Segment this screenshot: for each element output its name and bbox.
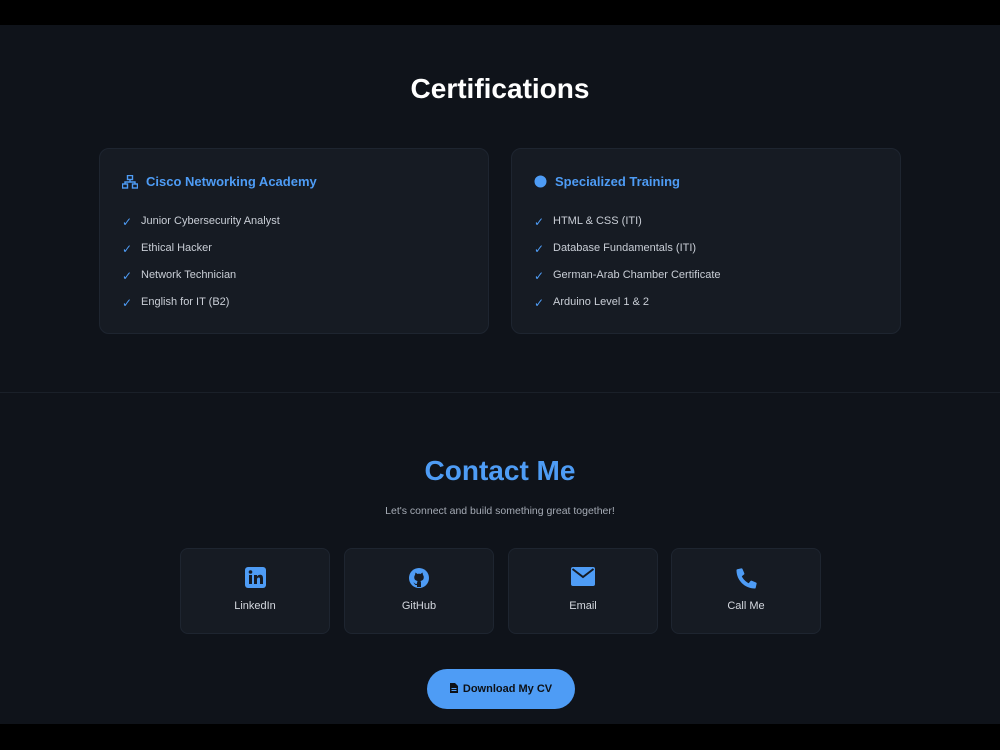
check-icon: ✓ bbox=[534, 295, 545, 310]
section-divider bbox=[0, 392, 1000, 393]
email-link[interactable]: Email bbox=[508, 548, 658, 634]
network-icon bbox=[122, 174, 138, 189]
github-link[interactable]: GitHub bbox=[344, 548, 494, 634]
page: Certifications Cisco Networking Academy … bbox=[0, 25, 1000, 724]
linkedin-icon bbox=[244, 567, 266, 593]
check-icon: ✓ bbox=[122, 214, 133, 229]
list-item: ✓ Junior Cybersecurity Analyst bbox=[122, 208, 280, 235]
contact-label: LinkedIn bbox=[234, 600, 276, 612]
cert-card-heading: Specialized Training bbox=[555, 174, 680, 189]
contact-label: Call Me bbox=[727, 600, 765, 612]
contact-label: Email bbox=[569, 600, 597, 612]
check-icon: ✓ bbox=[122, 268, 133, 283]
cert-item-label: Database Fundamentals (ITI) bbox=[553, 242, 697, 254]
check-icon: ✓ bbox=[534, 241, 545, 256]
contact-title: Contact Me bbox=[424, 455, 576, 486]
cert-item-label: HTML & CSS (ITI) bbox=[553, 215, 642, 227]
list-item: ✓ German-Arab Chamber Certificate bbox=[534, 262, 721, 289]
download-cv-button[interactable]: Download My CV bbox=[427, 669, 575, 709]
cert-card-heading: Cisco Networking Academy bbox=[146, 174, 317, 189]
list-item: ✓ Arduino Level 1 & 2 bbox=[534, 289, 721, 316]
github-icon bbox=[408, 567, 430, 594]
cert-card-specialized: Specialized Training ✓ HTML & CSS (ITI) ✓… bbox=[511, 148, 901, 334]
download-cv-label: Download My CV bbox=[462, 683, 553, 695]
linkedin-link[interactable]: LinkedIn bbox=[180, 548, 330, 634]
cert-item-label: English for IT (B2) bbox=[141, 296, 230, 308]
cert-item-label: Ethical Hacker bbox=[141, 242, 212, 254]
check-icon: ✓ bbox=[534, 268, 545, 283]
list-item: ✓ Network Technician bbox=[122, 262, 280, 289]
contact-subtitle: Let's connect and build something great … bbox=[385, 505, 615, 517]
list-item: ✓ English for IT (B2) bbox=[122, 289, 280, 316]
contact-label: GitHub bbox=[401, 600, 437, 612]
cert-list: ✓ Junior Cybersecurity Analyst ✓ Ethical H… bbox=[122, 208, 280, 316]
file-icon bbox=[449, 682, 458, 696]
cert-item-label: Network Technician bbox=[141, 269, 237, 281]
cert-card-cisco: Cisco Networking Academy ✓ Junior Cyberse… bbox=[99, 148, 489, 334]
cert-item-label: Junior Cybersecurity Analyst bbox=[141, 215, 280, 227]
call-link[interactable]: Call Me bbox=[671, 548, 821, 634]
certifications-title: Certifications bbox=[410, 73, 590, 104]
list-item: ✓ HTML & CSS (ITI) bbox=[534, 208, 721, 235]
list-item: ✓ Ethical Hacker bbox=[122, 235, 280, 262]
check-icon: ✓ bbox=[122, 295, 133, 310]
cert-item-label: Arduino Level 1 & 2 bbox=[553, 296, 650, 308]
phone-icon bbox=[735, 567, 757, 594]
check-icon: ✓ bbox=[534, 214, 545, 229]
list-item: ✓ Database Fundamentals (ITI) bbox=[534, 235, 721, 262]
circle-icon bbox=[534, 175, 547, 188]
cert-list: ✓ HTML & CSS (ITI) ✓ Database Fundamentals… bbox=[534, 208, 721, 316]
cert-item-label: German-Arab Chamber Certificate bbox=[553, 269, 721, 281]
check-icon: ✓ bbox=[122, 241, 133, 256]
envelope-icon bbox=[571, 567, 595, 591]
